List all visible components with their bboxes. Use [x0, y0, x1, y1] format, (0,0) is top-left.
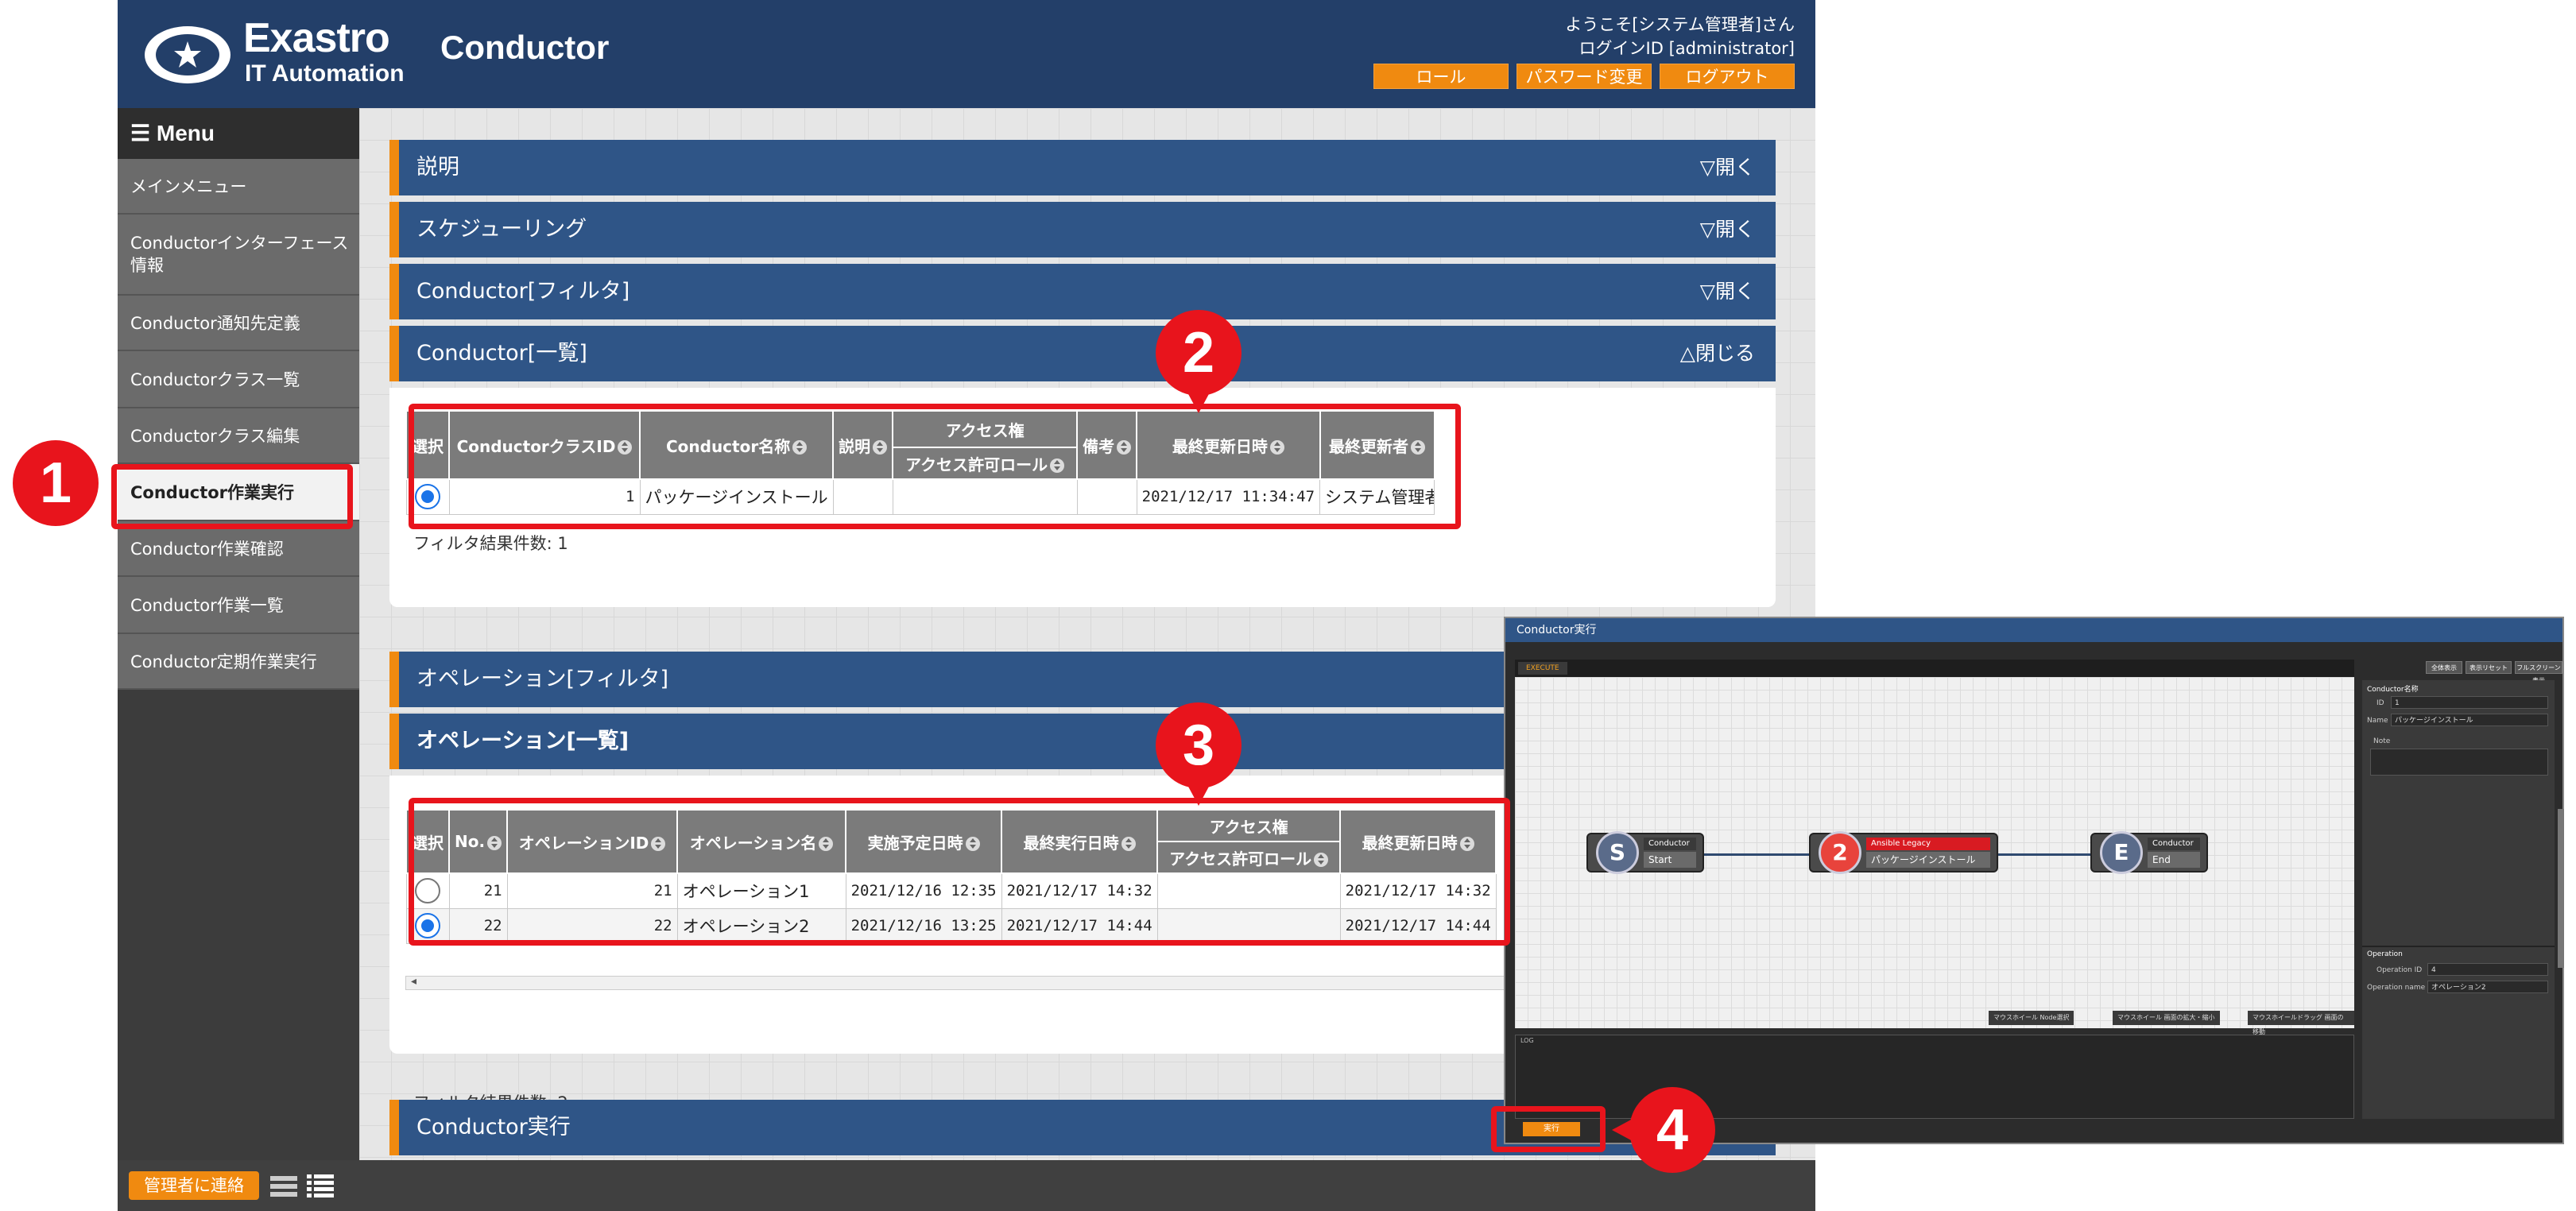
logo-line1: Exastro	[243, 15, 390, 61]
sidebar-item-main-menu[interactable]: メインメニュー	[118, 159, 359, 215]
section-title: オペレーション[フィルタ]	[416, 667, 668, 691]
view-all-button[interactable]: 全体表示	[2426, 661, 2462, 674]
highlight-operation-table	[409, 798, 1510, 946]
conductor-canvas[interactable]: S Conductor Start 2 Ansible Legacy パッケージ…	[1515, 677, 2354, 1035]
operation-name-label: Operation name	[2367, 984, 2426, 992]
status-hint: マウスホイール Node選択	[1989, 1011, 2074, 1025]
node-end[interactable]: E Conductor End	[2090, 831, 2208, 874]
hamburger-icon[interactable]: ☰	[130, 121, 150, 145]
node-ansible-legacy[interactable]: 2 Ansible Legacy パッケージインストール	[1809, 831, 1998, 874]
sidebar-item-conductor-scheduled[interactable]: Conductor定期作業実行	[118, 634, 359, 690]
open-toggle[interactable]: ▽開く	[1700, 140, 1755, 195]
log-label: LOG	[1520, 1037, 1534, 1044]
open-toggle[interactable]: ▽開く	[1700, 202, 1755, 257]
footer: 管理者に連絡	[118, 1160, 1815, 1211]
operation-heading: Operation	[2367, 950, 2403, 958]
id-field: 1	[2391, 696, 2548, 709]
sidebar-item-conductor-class-list[interactable]: Conductorクラス一覧	[118, 351, 359, 408]
highlight-execute-button	[1491, 1106, 1606, 1152]
close-toggle[interactable]: △閉じる	[1680, 326, 1755, 381]
operation-id-label: Operation ID	[2377, 966, 2423, 974]
fullscreen-button[interactable]: フルスクリーン表示	[2515, 661, 2562, 684]
sidebar-item-conductor-notification[interactable]: Conductor通知先定義	[118, 296, 359, 351]
sidebar-item-conductor-work-list[interactable]: Conductor作業一覧	[118, 577, 359, 634]
section-title: スケジューリング	[416, 217, 587, 242]
node-label: パッケージインストール	[1866, 852, 1990, 868]
name-label: Name	[2367, 717, 2388, 725]
callout-badge-2: 2	[1156, 310, 1242, 413]
panel-divider	[2362, 946, 2555, 947]
reset-view-button[interactable]: 表示リセット	[2466, 661, 2512, 674]
detail-list-icon[interactable]	[307, 1173, 334, 1198]
section-title: Conductor[一覧]	[416, 341, 587, 366]
sidebar-item-conductor-class-edit[interactable]: Conductorクラス編集	[118, 408, 359, 464]
exastro-logo: Exastro IT Automation	[140, 14, 410, 94]
welcome-text: ようこそ[システム管理者]さん	[1565, 15, 1795, 34]
section-title: Conductor[フィルタ]	[416, 279, 630, 304]
list-view-icon[interactable]	[270, 1174, 297, 1198]
section-title: 説明	[416, 155, 459, 180]
node-label: Start	[1644, 852, 1696, 868]
sidebar-item-conductor-interface[interactable]: Conductorインターフェース情報	[118, 215, 359, 296]
app-header: Exastro IT Automation Conductor ようこそ[システ…	[118, 0, 1815, 108]
filter-result-count: フィルタ結果件数: 1	[413, 534, 568, 553]
callout-badge-3: 3	[1156, 702, 1242, 806]
node-type: Conductor	[1644, 838, 1696, 850]
node-type: Ansible Legacy	[1866, 838, 1990, 850]
menu-title: Menu	[156, 121, 215, 145]
section-conductor-filter[interactable]: Conductor[フィルタ] ▽開く	[389, 264, 1776, 319]
callout-badge-1: 1	[13, 440, 99, 526]
horizontal-scrollbar[interactable]: ◂	[405, 975, 1518, 990]
note-field	[2370, 749, 2548, 776]
callout-badge-4: 4	[1612, 1087, 1715, 1173]
user-info: ようこそ[システム管理者]さん ログインID [administrator]	[1565, 13, 1795, 60]
node-type: Conductor	[2148, 838, 2200, 850]
operation-id-field: 4	[2427, 963, 2548, 976]
node-circle: S	[1596, 831, 1639, 874]
highlight-conductor-table	[409, 404, 1461, 529]
section-title: Conductor実行	[416, 1115, 571, 1139]
conductor-heading: Conductor名称	[2367, 686, 2419, 694]
password-change-button[interactable]: パスワード変更	[1517, 64, 1652, 89]
status-hint: マウスホイール 画面の拡大・縮小	[2113, 1011, 2220, 1025]
open-toggle[interactable]: ▽開く	[1700, 264, 1755, 319]
highlight-sidebar-execute	[111, 464, 353, 529]
scroll-left-icon[interactable]: ◂	[411, 975, 416, 988]
node-circle: E	[2100, 831, 2143, 874]
dialog-scrollbar[interactable]	[2558, 809, 2564, 968]
sidebar-item-conductor-confirm[interactable]: Conductor作業確認	[118, 521, 359, 577]
section-conductor-list[interactable]: Conductor[一覧] △閉じる	[389, 326, 1776, 381]
execute-tab[interactable]: EXECUTE	[1518, 662, 1567, 675]
logo-line2: IT Automation	[245, 60, 405, 87]
section-scheduling[interactable]: スケジューリング ▽開く	[389, 202, 1776, 257]
note-label: Note	[2373, 737, 2391, 745]
menu-header: ☰ Menu	[118, 108, 359, 159]
role-button[interactable]: ロール	[1373, 64, 1509, 89]
login-id-text: ログインID [administrator]	[1579, 39, 1795, 58]
conductor-execute-dialog: Conductor実行 EXECUTE S Conductor Start 2 …	[1504, 617, 2564, 1144]
name-field: パッケージインストール	[2391, 714, 2548, 726]
logout-button[interactable]: ログアウト	[1660, 64, 1795, 89]
operation-name-field: オペレーション2	[2427, 981, 2548, 993]
node-label: End	[2148, 852, 2200, 868]
section-description[interactable]: 説明 ▽開く	[389, 140, 1776, 195]
id-label: ID	[2377, 699, 2384, 707]
node-circle: 2	[1819, 831, 1861, 874]
contact-admin-button[interactable]: 管理者に連絡	[129, 1171, 259, 1200]
header-buttons: ロール パスワード変更 ログアウト	[1373, 64, 1795, 89]
page-title: Conductor	[440, 29, 610, 66]
sidebar: ☰ Menu メインメニュー Conductorインターフェース情報 Condu…	[118, 108, 359, 1160]
screenshot: Exastro IT Automation Conductor ようこそ[システ…	[0, 0, 2576, 1211]
dialog-side-panel: Conductor名称 ID 1 Name パッケージインストール Note O…	[2362, 680, 2555, 1119]
status-hint: マウスホイールドラッグ 画面の移動	[2248, 1011, 2354, 1035]
node-start[interactable]: S Conductor Start	[1586, 831, 1704, 874]
section-title: オペレーション[一覧]	[416, 729, 629, 753]
dialog-tabbar: EXECUTE	[1515, 660, 2354, 677]
dialog-title: Conductor実行	[1505, 618, 2562, 642]
logo-emblem-icon	[145, 26, 230, 83]
